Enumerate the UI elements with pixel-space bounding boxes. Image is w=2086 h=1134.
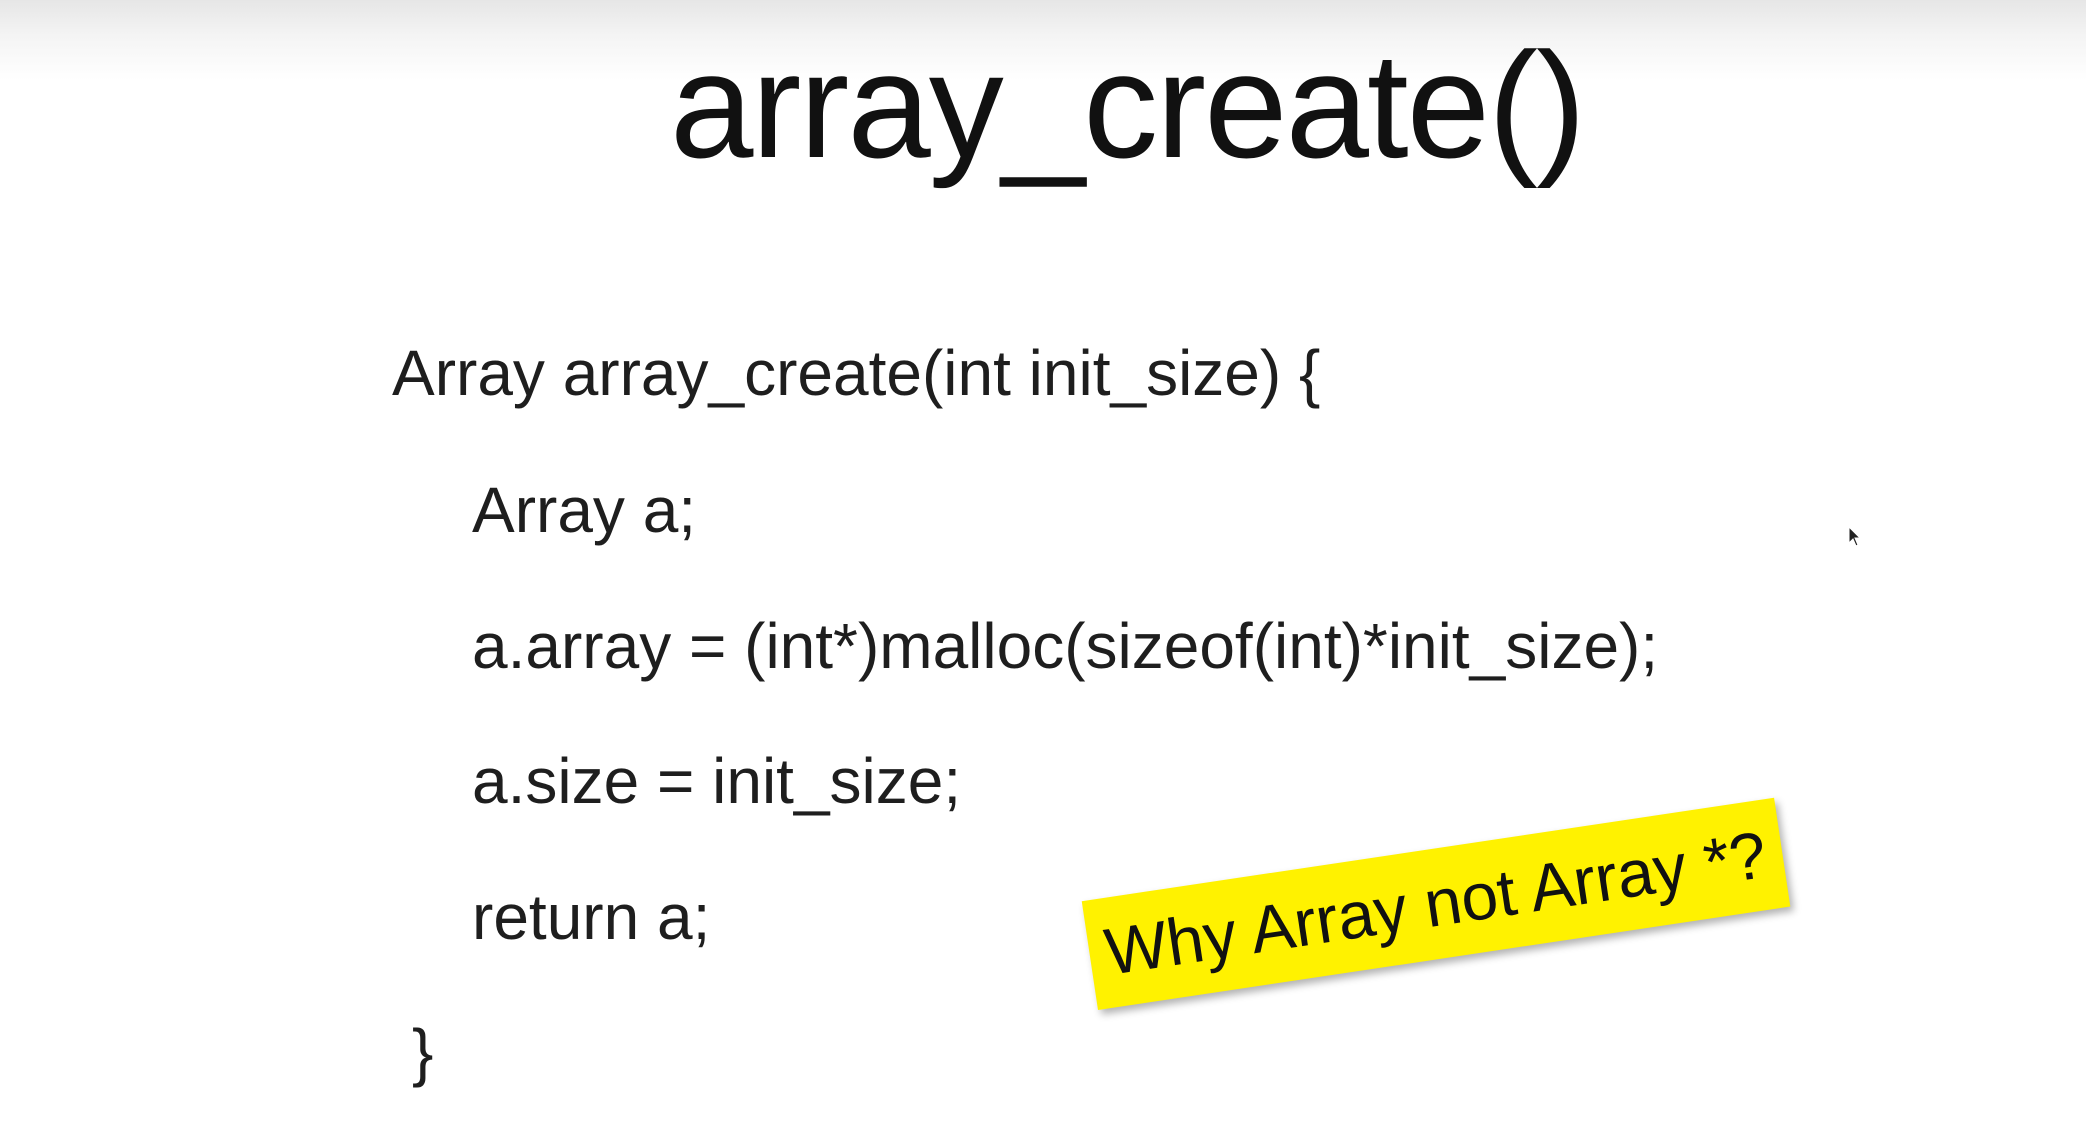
mouse-pointer-icon (1848, 526, 1862, 547)
code-line-closing-brace: } (412, 1016, 434, 1088)
slide-title: array_create() (670, 21, 1586, 189)
code-line-declaration: Array a; (472, 474, 697, 546)
slide: array_create() Array array_create(int in… (0, 0, 2086, 1134)
code-line-malloc: a.array = (int*)malloc(sizeof(int)*init_… (472, 610, 1659, 682)
code-line-function-signature: Array array_create(int init_size) { (392, 337, 1321, 409)
code-line-return: return a; (472, 881, 711, 953)
annotation-sticky-note: Why Array not Array *? (1081, 797, 1791, 1010)
code-line-size-assign: a.size = init_size; (472, 745, 962, 817)
annotation-text: Why Array not Array *? (1100, 816, 1772, 989)
